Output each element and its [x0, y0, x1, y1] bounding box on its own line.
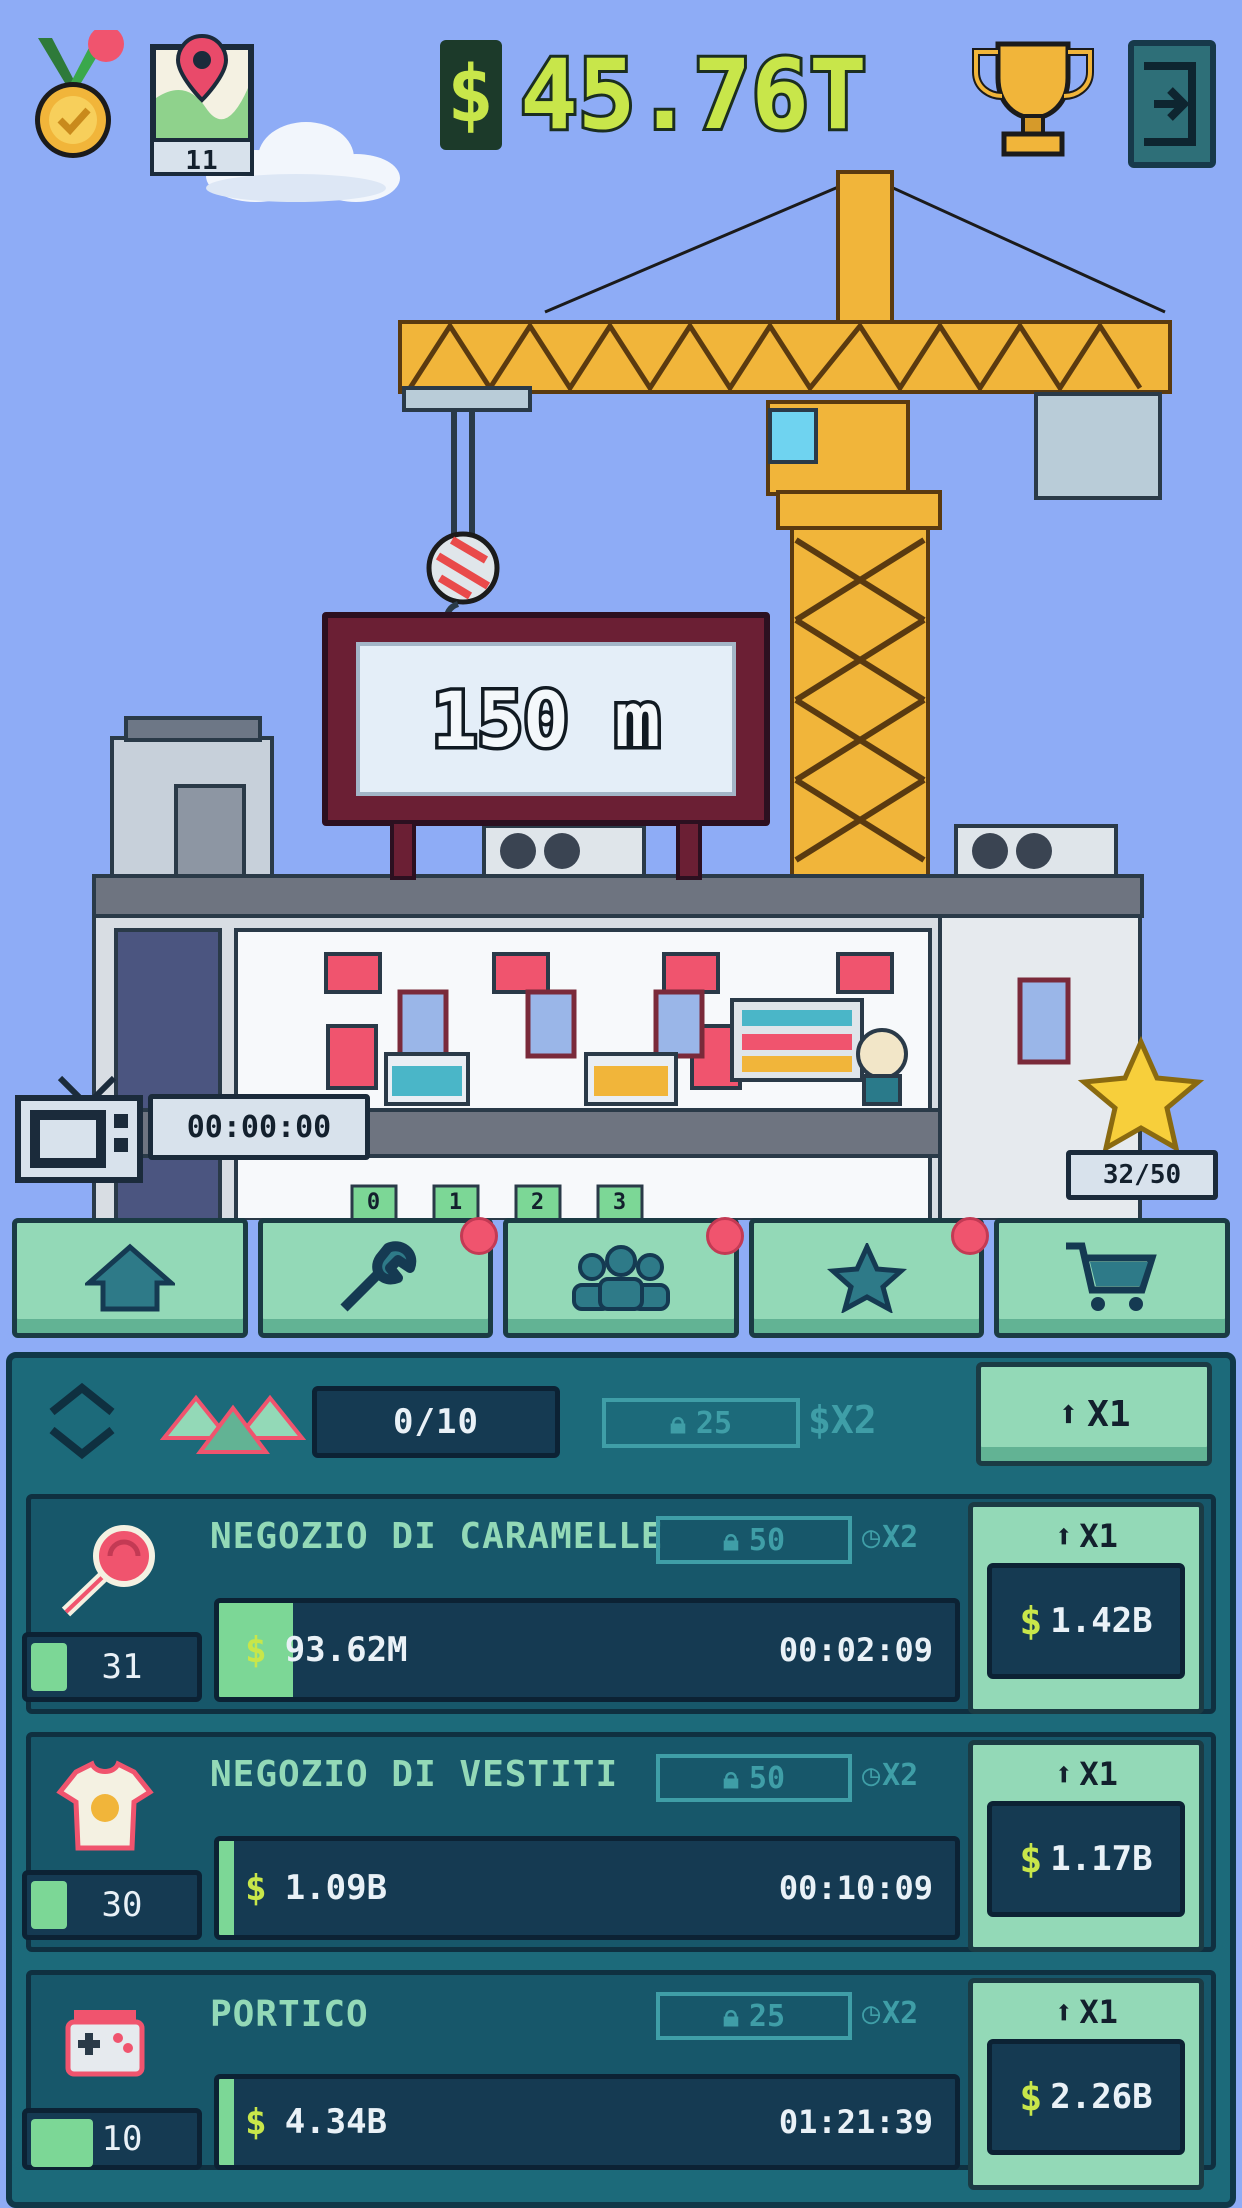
business-time-multiplier: ◷ X2 [862, 1996, 919, 2031]
tab-home[interactable] [12, 1218, 248, 1338]
business-upgrade-price: 2.26B [1050, 2077, 1153, 2117]
house-icon [84, 1243, 175, 1312]
business-lock-requirement: 🔒︎ 50 [656, 1516, 852, 1564]
business-earnings: 1.09B [284, 1868, 388, 1908]
clock-icon: ◷ [862, 1520, 881, 1555]
clock-icon: ◷ [862, 1996, 881, 2031]
height-billboard: 150 m [322, 612, 770, 826]
dollar-icon: $ [245, 1867, 267, 1909]
people-icon [571, 1245, 670, 1311]
billboard-leg-right [676, 820, 702, 880]
business-time-multiplier: ◷ X2 [862, 1758, 919, 1793]
arrow-up-icon: ⬆︎ [1054, 1517, 1074, 1555]
business-lock-requirement: 🔒︎ 50 [656, 1754, 852, 1802]
progress-fill [219, 1841, 234, 1935]
tv-ad-button[interactable] [14, 1074, 144, 1184]
buy-multiplier-button[interactable]: ⬆︎ X1 [976, 1362, 1212, 1466]
header-lock-value: 25 [695, 1405, 733, 1441]
business-earnings: 4.34B [284, 2102, 388, 2142]
business-upgrade-button[interactable]: ⬆︎ X1 $1.17B [968, 1740, 1204, 1952]
billboard-leg-left [390, 820, 416, 880]
business-upgrade-button[interactable]: ⬆︎ X1 $2.26B [968, 1978, 1204, 2190]
lock-icon: 🔒︎ [722, 1522, 739, 1558]
collapse-toggle-button[interactable] [44, 1378, 120, 1464]
star-progress-button[interactable] [1076, 1035, 1206, 1156]
business-timer: 00:10:09 [778, 1869, 933, 1907]
header-lock-requirement: 🔒︎ 25 [602, 1398, 800, 1448]
trees-icon [159, 1378, 307, 1462]
business-time-multiplier: ◷ X2 [862, 1520, 919, 1555]
arrow-up-icon: ⬆︎ [1057, 1393, 1080, 1435]
business-name: PORTICO [210, 1994, 369, 2035]
progress-fill [219, 2079, 234, 2165]
business-lock-requirement: 🔒︎ 25 [656, 1992, 852, 2040]
business-progress-bar: $4.34B 01:21:39 [214, 2074, 960, 2170]
leaderboard-trophy-button[interactable] [968, 38, 1098, 158]
upgrades-notification-dot [460, 1217, 499, 1255]
lollipop-icon [46, 1522, 164, 1622]
floor-number-2: 2 [530, 1190, 546, 1215]
achievements-medal-button[interactable] [18, 26, 128, 170]
exit-door-icon [1144, 62, 1196, 146]
tv-icon [15, 1075, 143, 1183]
business-level: 31 [22, 1632, 202, 1702]
business-name: NEGOZIO DI CARAMELLE [210, 1516, 664, 1557]
dollar-icon: $ [245, 2101, 267, 2143]
business-progress-bar: $1.09B 00:10:09 [214, 1836, 960, 1940]
building-height: 150 m [428, 671, 664, 767]
lock-icon: 🔒︎ [722, 1760, 739, 1796]
staff-notification-dot [705, 1217, 744, 1255]
cart-icon [1066, 1242, 1157, 1311]
star-icon [1077, 1035, 1205, 1153]
dollar-icon: $ [1019, 1599, 1043, 1643]
floor-number-1: 1 [448, 1190, 464, 1215]
star-count: 32/50 [1066, 1150, 1218, 1200]
header-money-multiplier: $X2 [808, 1398, 877, 1442]
favorites-notification-dot [951, 1217, 990, 1255]
business-upgrade-button[interactable]: ⬆︎ X1 $1.42B [968, 1502, 1204, 1714]
trophy-icon [972, 41, 1094, 157]
map-button[interactable]: 11 [146, 28, 258, 176]
clock-icon: ◷ [862, 1758, 881, 1793]
wrench-icon [340, 1241, 417, 1312]
arrow-up-icon: ⬆︎ [1054, 1755, 1074, 1793]
dollar-icon: $ [1019, 1837, 1043, 1881]
business-upgrade-price: 1.17B [1050, 1839, 1153, 1879]
tab-upgrades[interactable] [257, 1217, 499, 1338]
tab-favorites[interactable] [748, 1217, 990, 1338]
unlock-progress-count: 0/10 [312, 1386, 560, 1458]
main-nav [12, 1217, 1230, 1338]
floor-number-3: 3 [612, 1190, 628, 1215]
business-timer: 00:02:09 [778, 1631, 933, 1669]
tshirt-icon [46, 1758, 164, 1858]
lock-icon: 🔒︎ [669, 1405, 686, 1441]
business-level: 10 [22, 2108, 202, 2170]
business-name: NEGOZIO DI VESTITI [210, 1754, 619, 1795]
dollar-icon: $ [1019, 2075, 1043, 2119]
buy-multiplier-label: X1 [1087, 1393, 1131, 1435]
business-level: 30 [22, 1870, 202, 1940]
chevron-updown-icon [49, 1382, 115, 1460]
arrow-up-icon: ⬆︎ [1054, 1993, 1074, 2031]
business-timer: 01:21:39 [778, 2103, 933, 2141]
exit-button[interactable] [1128, 40, 1216, 168]
money-display: $ 45.76T [440, 36, 870, 154]
star-icon [826, 1243, 907, 1313]
money-value: 45.76T [517, 36, 870, 154]
dollar-icon: $ [245, 1629, 267, 1671]
lock-icon: 🔒︎ [722, 1998, 739, 2034]
business-upgrade-price: 1.42B [1050, 1601, 1153, 1641]
business-progress-bar: $93.62M 00:02:09 [214, 1598, 960, 1702]
medal-icon [35, 26, 124, 158]
tab-shop[interactable] [994, 1218, 1230, 1338]
business-earnings: 93.62M [284, 1630, 408, 1670]
ad-timer: 00:00:00 [148, 1094, 370, 1160]
dollar-icon: $ [440, 40, 502, 150]
gamepad-icon [46, 1996, 164, 2096]
tab-staff[interactable] [503, 1217, 744, 1338]
floor-number-0: 0 [366, 1190, 382, 1215]
